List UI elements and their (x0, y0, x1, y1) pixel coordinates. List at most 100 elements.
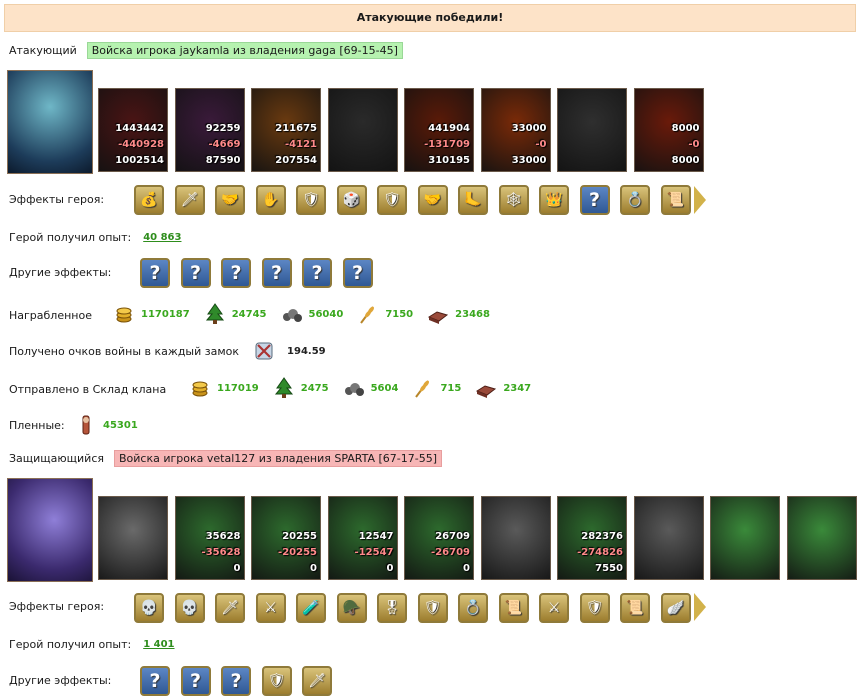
unit-losses: -4121 (285, 139, 317, 150)
defender-unit-card[interactable]: 282376 -274826 7550 (557, 496, 627, 580)
unknown-effect-icon[interactable]: ? (261, 258, 292, 288)
resource-item: 2347 (475, 377, 531, 399)
defender-label: Защищающийся (9, 452, 104, 465)
defender-unit-card[interactable] (98, 496, 168, 580)
attacker-unit-card[interactable] (557, 88, 627, 172)
unit-count: 35628 (205, 531, 241, 542)
unit-remaining: 0 (310, 563, 317, 574)
defender-unit-card[interactable]: 35628 -35628 0 (174, 496, 245, 580)
hero-effect-icon[interactable]: 📜 (620, 593, 650, 623)
hero-effect-icon[interactable]: 🦶 (458, 185, 488, 215)
defender-unit-card[interactable]: 20255 -20255 0 (251, 496, 321, 580)
hero-effect-icon[interactable]: 💀 (174, 593, 205, 623)
hero-effect-icon[interactable]: 🤝 (417, 185, 448, 215)
hero-effect-icon[interactable]: 🤝 (215, 185, 245, 215)
resource-item: 7150 (357, 303, 413, 325)
defender-exp-link[interactable]: 1 401 (143, 639, 174, 650)
war-points-icon (253, 340, 275, 362)
hero-effect-icon[interactable]: 🛡 (579, 593, 610, 623)
effects-scroll-right-icon[interactable] (694, 593, 706, 621)
unit-count: 33000 (511, 123, 547, 134)
hero-effect-icon[interactable]: 🛡 (296, 185, 326, 215)
hero-effect-icon[interactable]: 🗡 (215, 593, 245, 623)
hero-effect-icon[interactable]: ✋ (255, 185, 286, 215)
attacker-unit-card[interactable]: 1443442 -440928 1002514 (98, 88, 168, 172)
unit-remaining: 33000 (511, 155, 547, 166)
unit-losses: -4669 (208, 139, 241, 150)
defender-unit-card[interactable]: 26709 -26709 0 (404, 496, 474, 580)
hero-effect-icon[interactable]: 🛡 (417, 593, 448, 623)
hero-effect-icon[interactable]: 💍 (458, 593, 488, 623)
hero-effect-icon[interactable]: 🪖 (336, 593, 367, 623)
hero-effect-icon[interactable]: 🗡 (174, 185, 205, 215)
defender-hero-portrait[interactable] (7, 478, 93, 582)
attacker-hero-portrait[interactable] (7, 70, 93, 174)
unit-remaining: 0 (463, 563, 470, 574)
hero-effect-icon[interactable]: 🕸 (498, 185, 529, 215)
resource-value: 56040 (308, 308, 344, 320)
unknown-effect-icon[interactable]: ? (342, 258, 373, 288)
attacker-unit-card[interactable]: 33000 -0 33000 (480, 88, 551, 172)
unit-remaining: 0 (386, 563, 394, 574)
unknown-effect-icon[interactable]: ? (140, 258, 170, 288)
gold-coins-icon (113, 303, 135, 325)
effects-label: Эффекты героя: (9, 600, 105, 613)
attacker-unit-card[interactable]: 441904 -131709 310195 (404, 88, 474, 172)
hero-effect-icon[interactable]: ⚔ (255, 593, 286, 623)
hero-effect-icon[interactable]: 💀 (134, 593, 164, 623)
hero-effect-icon[interactable]: 🧪 (296, 593, 326, 623)
hero-effect-icon[interactable]: 📜 (660, 185, 691, 215)
prisoners-label: Пленные: (9, 418, 65, 432)
attacker-unit-card[interactable]: 92259 -4669 87590 (174, 88, 245, 172)
defender-army-tag: Войска игрока vetal127 из владения SPART… (114, 450, 443, 467)
hero-effect-icon[interactable]: 📜 (498, 593, 529, 623)
unit-remaining: 7550 (595, 563, 623, 574)
loot-resources: 1170187 24745 56040 7150 23468 (113, 303, 504, 328)
clan-storage-label: Отправлено в Склад клана (9, 383, 167, 396)
hero-effect-icon[interactable]: 👑 (539, 185, 569, 215)
defender-unit-card[interactable] (786, 496, 857, 580)
ore-stones-icon (343, 377, 365, 399)
hero-effect-icon[interactable]: 💍 (620, 185, 650, 215)
unknown-effect-icon[interactable]: ? (579, 185, 610, 215)
unit-losses: -26709 (431, 547, 470, 558)
bricks-icon (427, 303, 449, 325)
other-effects-label: Другие эффекты: (9, 674, 112, 687)
defender-unit-card[interactable] (710, 496, 780, 580)
resource-item: 23468 (427, 303, 490, 325)
clan-resources: 117019 2475 5604 715 2347 (189, 377, 545, 402)
unit-losses: -0 (535, 139, 547, 150)
hero-effect-icon[interactable]: 🛡 (377, 185, 407, 215)
wood-tree-icon (273, 377, 295, 399)
unit-count: 8000 (671, 123, 700, 134)
attacker-unit-card[interactable]: 211675 -4121 207554 (251, 88, 321, 172)
resource-item: 117019 (189, 377, 259, 399)
unknown-effect-icon[interactable]: ? (302, 258, 332, 288)
resource-value: 7150 (385, 308, 414, 320)
effects-scroll-right-icon[interactable] (694, 186, 706, 214)
unit-losses: -0 (688, 139, 700, 150)
defender-unit-card[interactable]: 12547 -12547 0 (327, 496, 398, 580)
war-points-row: Получено очков войны в каждый замок 194.… (9, 340, 326, 362)
unknown-effect-icon[interactable]: ? (221, 258, 251, 288)
attacker-unit-card[interactable]: 8000 -0 8000 (633, 88, 704, 172)
unit-remaining: 1002514 (115, 155, 164, 166)
unit-count: 211675 (275, 123, 317, 134)
resource-value: 24745 (231, 308, 267, 320)
unit-losses: -440928 (118, 139, 164, 150)
war-points-label: Получено очков войны в каждый замок (9, 344, 240, 358)
unit-remaining: 207554 (275, 155, 317, 166)
hero-effect-icon[interactable]: 🪽 (660, 593, 691, 623)
exp-label: Герой получил опыт: (9, 231, 132, 244)
attacker-unit-card[interactable] (327, 88, 398, 172)
defender-other-row: Другие эффекты: (9, 674, 111, 687)
unknown-effect-icon[interactable]: ? (180, 258, 211, 288)
hero-effect-icon[interactable]: 💰 (134, 185, 164, 215)
attacker-exp-link[interactable]: 40 863 (143, 232, 181, 243)
defender-unit-card[interactable] (480, 496, 551, 580)
defender-unit-card[interactable] (633, 496, 704, 580)
hero-effect-icon[interactable]: 🎲 (336, 185, 367, 215)
hero-effect-icon[interactable]: 🎖 (377, 593, 407, 623)
attacker-exp-row: Герой получил опыт: 40 863 (9, 231, 181, 244)
hero-effect-icon[interactable]: ⚔ (539, 593, 569, 623)
